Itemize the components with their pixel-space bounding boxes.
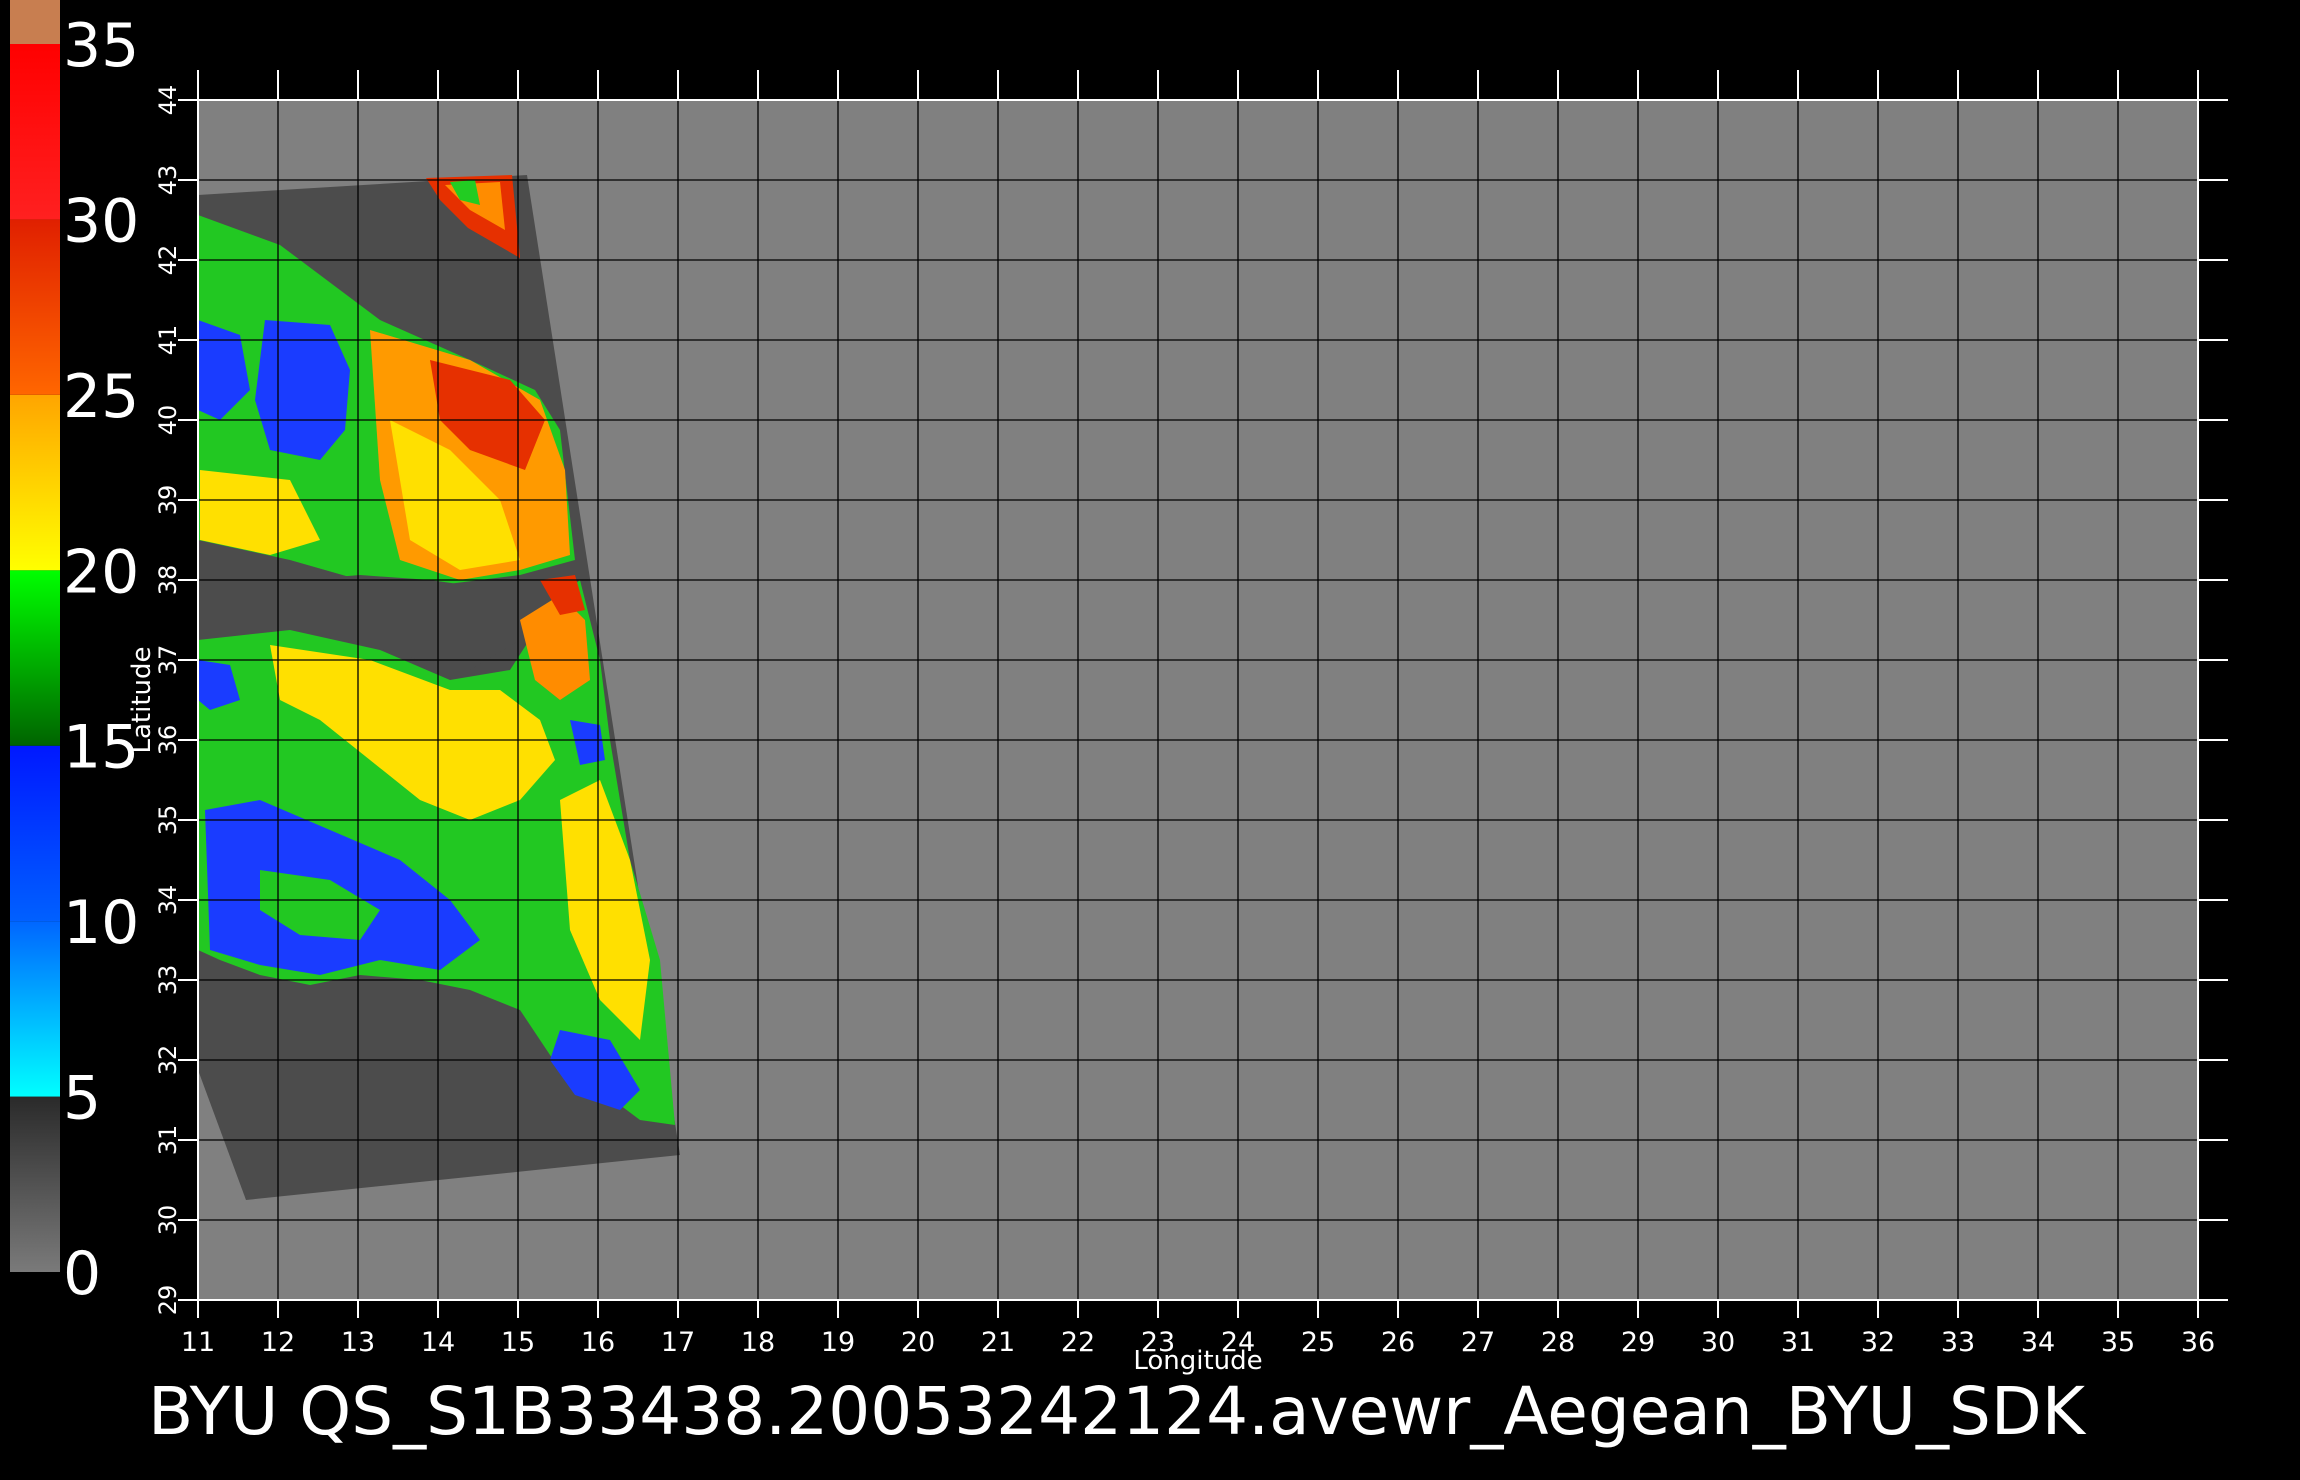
y-tick-label: 34 xyxy=(154,885,182,916)
x-tick-label: 35 xyxy=(2101,1327,2135,1358)
y-tick-label: 42 xyxy=(154,245,182,276)
x-tick-label: 33 xyxy=(1941,1327,1975,1358)
colorbar-segment xyxy=(10,1096,60,1272)
x-axis-label: Longitude xyxy=(1133,1346,1262,1376)
colorbar-segment xyxy=(10,921,60,1097)
colorbar-label: 35 xyxy=(63,11,139,81)
x-tick-label: 13 xyxy=(341,1327,375,1358)
colorbar-label: 25 xyxy=(63,362,139,432)
x-tick-label: 31 xyxy=(1781,1327,1815,1358)
x-tick-label: 19 xyxy=(821,1327,855,1358)
x-tick-label: 11 xyxy=(181,1327,215,1358)
colorbar-label: 30 xyxy=(63,186,139,256)
colorbar-top-cap xyxy=(10,0,60,44)
y-tick-label: 35 xyxy=(154,805,182,836)
map-plot-area xyxy=(197,99,2199,1301)
x-tick-label: 27 xyxy=(1461,1327,1495,1358)
y-tick-label: 30 xyxy=(154,1205,182,1236)
colorbar-segment xyxy=(10,570,60,746)
colorbar-segment xyxy=(10,745,60,922)
colorbar-label: 5 xyxy=(63,1064,101,1134)
y-tick-label: 36 xyxy=(154,725,182,756)
wind-region-north-blue xyxy=(255,320,350,460)
x-tick-label: 26 xyxy=(1381,1327,1415,1358)
x-tick-label: 16 xyxy=(581,1327,615,1358)
x-tick-label: 15 xyxy=(501,1327,535,1358)
x-tick-label: 29 xyxy=(1621,1327,1655,1358)
y-tick-label: 43 xyxy=(154,165,182,196)
colorbar-label: 20 xyxy=(63,537,139,607)
y-tick-label: 39 xyxy=(154,485,182,516)
x-tick-label: 18 xyxy=(741,1327,775,1358)
colorbar-segment xyxy=(10,44,60,220)
y-tick-label: 33 xyxy=(154,965,182,996)
y-tick-label: 37 xyxy=(154,645,182,676)
figure-title: BYU QS_S1B33438.20053242124.avewr_Aegean… xyxy=(148,1373,2087,1450)
x-tick-label: 17 xyxy=(661,1327,695,1358)
y-tick-label: 41 xyxy=(154,325,182,356)
colorbar-segment xyxy=(10,394,60,571)
y-tick-label: 32 xyxy=(154,1045,182,1076)
x-tick-label: 22 xyxy=(1061,1327,1095,1358)
colorbar-gradient xyxy=(10,0,60,1272)
x-tick-label: 25 xyxy=(1301,1327,1335,1358)
x-tick-label: 28 xyxy=(1541,1327,1575,1358)
y-tick-label: 31 xyxy=(154,1125,182,1156)
y-tick-label: 29 xyxy=(154,1285,182,1316)
colorbar: 05101520253035 xyxy=(10,0,139,1309)
colorbar-segment xyxy=(10,219,60,395)
x-tick-label: 14 xyxy=(421,1327,455,1358)
y-axis-label: Latitude xyxy=(127,646,157,753)
x-tick-label: 12 xyxy=(261,1327,295,1358)
x-tick-label: 36 xyxy=(2181,1327,2215,1358)
x-tick-label: 20 xyxy=(901,1327,935,1358)
x-tick-label: 34 xyxy=(2021,1327,2055,1358)
y-tick-label: 44 xyxy=(154,85,182,116)
y-tick-label: 38 xyxy=(154,565,182,596)
wind-speed-map-figure: 0 5 10 15 20 25 30 35 11 12 13 14 15 16 17 18 1… xyxy=(10,0,2228,1450)
colorbar-label: 10 xyxy=(63,888,139,958)
x-tick-label: 30 xyxy=(1701,1327,1735,1358)
x-tick-label: 32 xyxy=(1861,1327,1895,1358)
colorbar-label: 0 xyxy=(63,1239,101,1309)
y-tick-label: 40 xyxy=(154,405,182,436)
x-tick-label: 21 xyxy=(981,1327,1015,1358)
